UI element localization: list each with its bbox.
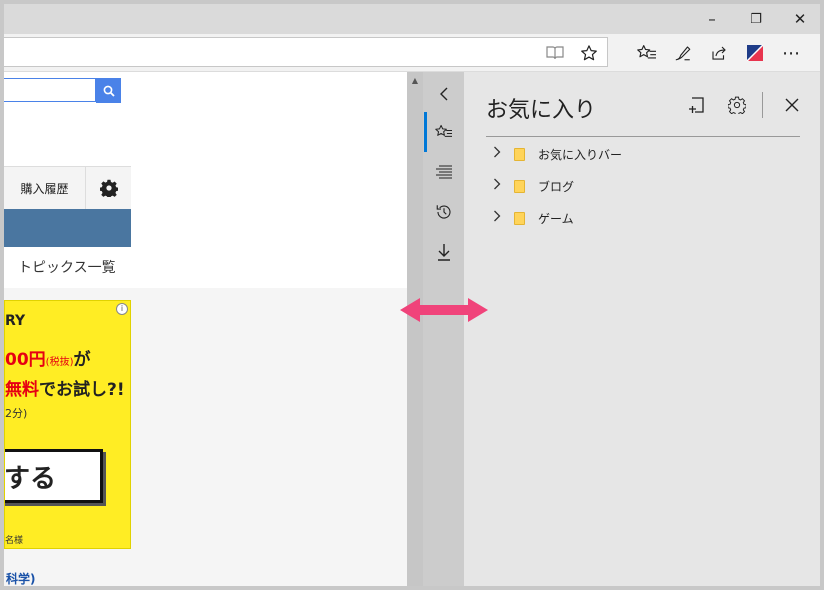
purchase-history-label: 購入履歴	[20, 181, 69, 196]
hub-downloads-button[interactable]	[423, 232, 464, 272]
reading-view-button[interactable]	[538, 34, 572, 72]
minimize-button[interactable]: –	[692, 4, 732, 34]
ad-footnote: 名様	[5, 536, 24, 546]
site-search-input[interactable]	[4, 78, 96, 102]
resize-double-arrow-icon	[400, 298, 488, 322]
ad-free-text: 無料	[5, 380, 39, 400]
site-nav-bar	[4, 209, 131, 247]
hub-favorites-button[interactable]	[423, 112, 464, 152]
address-bar-row: ⋯	[4, 34, 820, 72]
pane-header-divider	[762, 92, 763, 118]
hub-reading-list-button[interactable]	[423, 152, 464, 192]
reading-list-icon	[435, 165, 452, 179]
chevron-right-icon[interactable]	[486, 178, 508, 194]
science-category-link[interactable]: 科学)	[6, 570, 36, 586]
ad-price-line: 00円(税抜)が	[5, 345, 90, 370]
share-icon	[712, 46, 726, 60]
more-button[interactable]: ⋯	[774, 34, 808, 72]
back-chevron-icon	[439, 87, 447, 101]
chevron-right-icon[interactable]	[486, 210, 508, 226]
favorites-settings-button[interactable]	[722, 90, 752, 120]
history-icon	[436, 205, 451, 219]
restore-button[interactable]: ❐	[736, 4, 776, 34]
ad-tax-note: (税抜)	[45, 357, 74, 368]
minimize-icon: –	[708, 10, 716, 28]
favorites-icon	[434, 124, 452, 137]
reading-view-icon	[546, 46, 564, 60]
favorites-pane: お気に入り お気に入りバー ブログ ゲーム	[464, 72, 820, 586]
pane-header-rule	[486, 136, 800, 137]
flag-icon	[747, 45, 763, 61]
pane-title: お気に入り	[486, 98, 597, 123]
favorite-folder-row[interactable]: お気に入りバー	[486, 138, 806, 170]
favorites-hub-button[interactable]	[630, 34, 664, 72]
purchase-history-tab[interactable]: 購入履歴	[4, 167, 86, 209]
site-search-button[interactable]	[96, 78, 121, 103]
gear-icon	[728, 96, 746, 114]
ad-cta-button[interactable]: する	[4, 449, 103, 503]
advertisement-banner[interactable]: i RY 00円(税抜)が 無料でお試し?! 2分) する 名様	[4, 300, 131, 549]
ad-trial-tail: でお試し?!	[39, 380, 125, 400]
close-icon: ✕	[793, 10, 807, 28]
scroll-up-arrow-icon[interactable]: ▲	[407, 72, 423, 88]
add-favorite-star-icon	[581, 45, 597, 61]
extension-button[interactable]	[738, 34, 772, 72]
favorite-folder-row[interactable]: ブログ	[486, 170, 806, 202]
favorite-folder-row[interactable]: ゲーム	[486, 202, 806, 234]
add-favorite-button[interactable]	[572, 34, 606, 72]
web-note-button[interactable]	[666, 34, 700, 72]
address-field[interactable]	[4, 37, 608, 67]
favorite-folder-label: ブログ	[538, 179, 575, 194]
ad-info-icon[interactable]: i	[116, 303, 128, 315]
web-note-pen-icon	[675, 46, 691, 61]
downloads-icon	[437, 244, 450, 261]
hub-collapse-button[interactable]	[423, 74, 464, 114]
share-button[interactable]	[702, 34, 736, 72]
close-window-button[interactable]: ✕	[780, 4, 820, 34]
title-bar: – ❐ ✕	[4, 4, 820, 34]
page-header-area: 購入履歴 トピックス一覧	[4, 72, 407, 288]
folder-icon	[514, 179, 525, 193]
restore-icon: ❐	[750, 11, 762, 27]
web-page: 購入履歴 トピックス一覧 i RY 00円(税抜)が 無料でお試し?! 2分) …	[4, 72, 407, 586]
pin-pane-button[interactable]	[682, 90, 712, 120]
folder-icon	[514, 211, 525, 225]
search-icon	[103, 85, 115, 97]
hub-history-button[interactable]	[423, 192, 464, 232]
favorites-hub-icon	[637, 45, 656, 59]
chevron-right-icon[interactable]	[486, 146, 508, 162]
ad-trial-line: 無料でお試し?!	[5, 375, 125, 400]
ad-price: 00円	[5, 350, 46, 370]
site-settings-button[interactable]	[86, 167, 131, 209]
favorite-folder-label: ゲーム	[538, 211, 574, 226]
gear-icon	[99, 179, 118, 197]
folder-icon	[514, 147, 525, 161]
more-icon: ⋯	[782, 42, 800, 64]
close-icon	[785, 98, 799, 112]
pin-pane-icon	[689, 97, 704, 113]
ad-brand-text: RY	[5, 313, 26, 329]
topics-list-link[interactable]: トピックス一覧	[18, 257, 116, 277]
favorite-folder-label: お気に入りバー	[538, 147, 623, 162]
ad-duration-text: 2分)	[5, 407, 28, 420]
page-scrollbar[interactable]: ▲	[407, 72, 423, 586]
ad-price-tail: が	[73, 350, 91, 370]
ad-cta-label: する	[4, 463, 57, 494]
close-pane-button[interactable]	[777, 90, 807, 120]
site-nav-tabs: 購入履歴	[4, 166, 131, 210]
hub-rail	[423, 72, 464, 586]
